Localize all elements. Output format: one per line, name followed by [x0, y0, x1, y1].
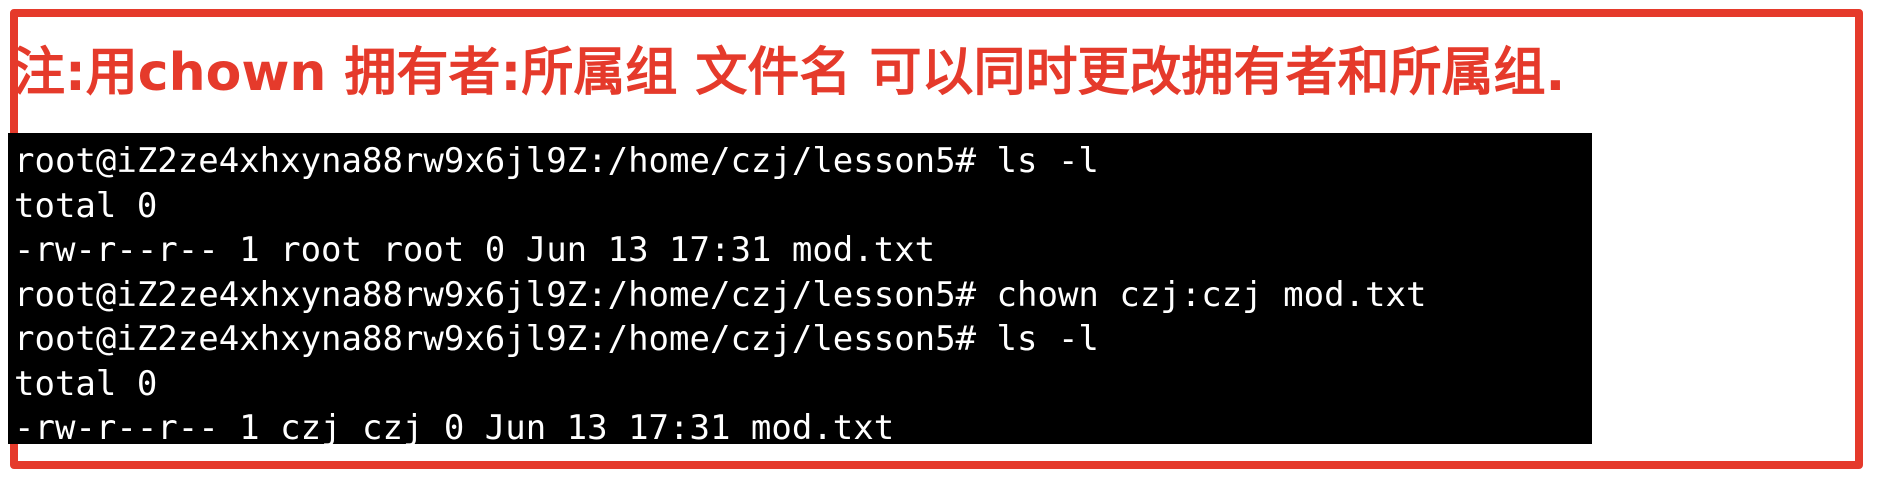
terminal-line-total: total 0 [14, 363, 158, 404]
terminal-line-total: total 0 [14, 185, 158, 226]
terminal-line-prompt-ls: root@iZ2ze4xhxyna88rw9x6jl9Z:/home/czj/l… [14, 141, 1099, 181]
terminal-line-prompt-chown: root@iZ2ze4xhxyna88rw9x6jl9Z:/home/czj/l… [14, 274, 1427, 315]
terminal-line-file-listing: -rw-r--r-- 1 czj czj 0 Jun 13 17:31 mod.… [14, 408, 895, 444]
terminal-line-file-listing: -rw-r--r-- 1 root root 0 Jun 13 17:31 mo… [14, 230, 936, 270]
annotation-note: 注:用chown 拥有者:所属组 文件名 可以同时更改拥有者和所属组. [13, 43, 1566, 103]
terminal-output: root@iZ2ze4xhxyna88rw9x6jl9Z:/home/czj/l… [8, 133, 1592, 444]
terminal-line-prompt-ls: root@iZ2ze4xhxyna88rw9x6jl9Z:/home/czj/l… [14, 319, 1099, 359]
